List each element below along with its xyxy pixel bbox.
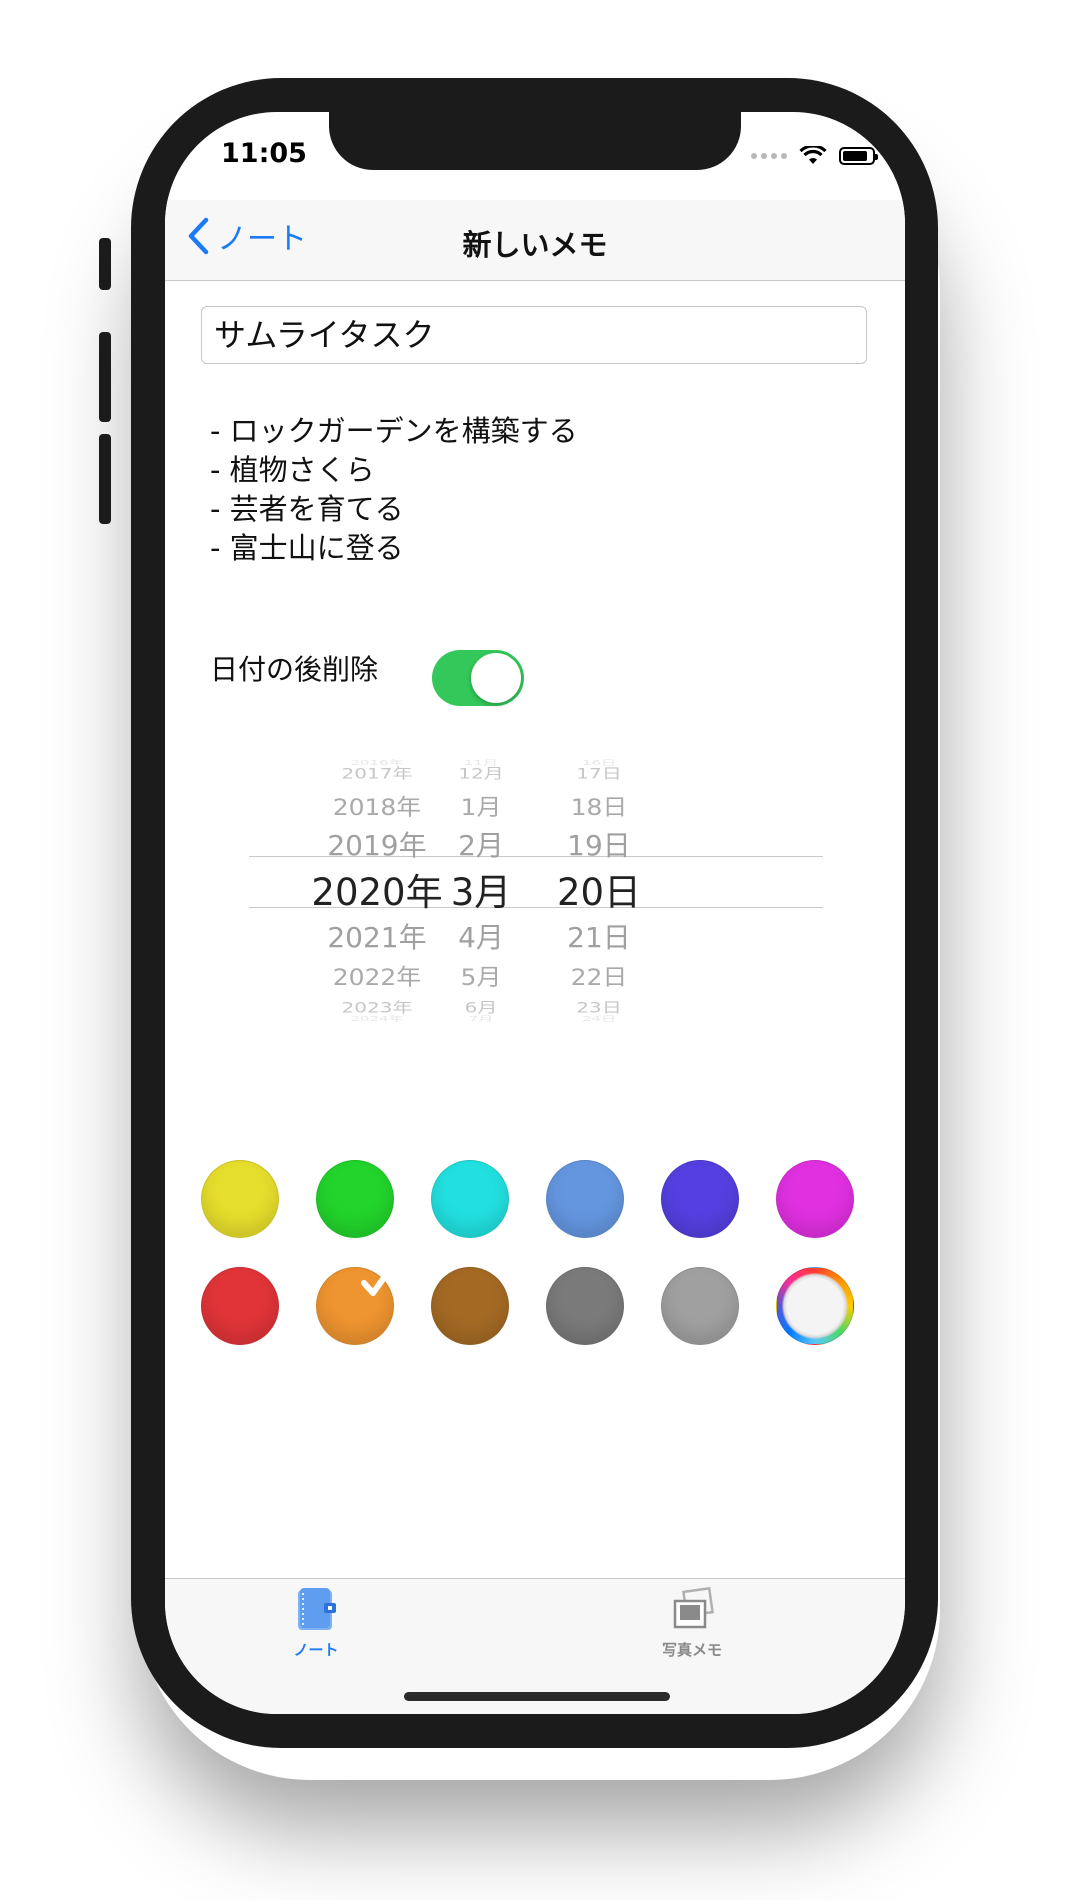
color-swatch-cyan[interactable] xyxy=(431,1160,509,1238)
battery-icon xyxy=(839,147,878,165)
switch-knob xyxy=(471,653,521,703)
color-swatch-dark-gray[interactable] xyxy=(546,1267,624,1345)
picker-day-item[interactable]: 21日 xyxy=(519,916,679,956)
status-time: 11:05 xyxy=(221,138,307,169)
color-swatch-gray[interactable] xyxy=(661,1267,739,1345)
photos-icon xyxy=(673,1586,714,1629)
notebook-icon xyxy=(298,1588,336,1630)
delete-after-date-switch[interactable] xyxy=(432,650,524,706)
volume-up-button xyxy=(99,332,111,422)
memo-line: - 富士山に登る xyxy=(210,531,404,565)
home-indicator xyxy=(404,1692,670,1701)
title-field[interactable]: サムライタスク xyxy=(201,306,867,364)
picker-day-item[interactable]: 17日 xyxy=(519,762,679,783)
tab-notes-label: ノート xyxy=(293,1641,339,1659)
navigation-bar: ノート 新しいメモ xyxy=(165,200,905,281)
tab-photo-memo[interactable]: 写真メモ xyxy=(632,1586,752,1660)
notch xyxy=(329,112,741,170)
tab-photo-memo-label: 写真メモ xyxy=(661,1641,722,1659)
memo-line: - ロックガーデンを構築する xyxy=(210,414,578,448)
picker-day-selected[interactable]: 20日 xyxy=(519,862,679,916)
checkmark-icon xyxy=(361,1265,394,1296)
screen: 11:05 ノート 新しいメモ サムライタスク - ロックガーデンを構築する -… xyxy=(165,112,905,1714)
color-swatch-red[interactable] xyxy=(201,1267,279,1345)
color-swatch-magenta[interactable] xyxy=(776,1160,854,1238)
color-swatch-orange[interactable] xyxy=(316,1265,394,1345)
color-swatch-brown[interactable] xyxy=(431,1267,509,1345)
mute-switch xyxy=(99,238,111,290)
memo-body-textview[interactable]: - ロックガーデンを構築する - 植物さくら - 芸者を育てる - 富士山に登る xyxy=(210,412,578,568)
memo-line: - 植物さくら xyxy=(210,453,375,487)
page-title: 新しいメモ xyxy=(462,228,608,262)
color-swatch-green[interactable] xyxy=(316,1160,394,1238)
picker-day-item[interactable]: 18日 xyxy=(519,790,679,822)
status-icons xyxy=(751,146,878,166)
color-swatch-yellow[interactable] xyxy=(201,1160,279,1238)
delete-after-date-label: 日付の後削除 xyxy=(210,653,379,686)
signal-icon xyxy=(751,153,787,159)
memo-line: - 芸者を育てる xyxy=(210,492,404,526)
picker-day-item[interactable]: 24日 xyxy=(519,1014,679,1023)
color-swatch-custom-color-wheel[interactable] xyxy=(776,1267,854,1345)
tab-notes[interactable]: ノート xyxy=(256,1587,376,1660)
picker-day-item[interactable]: 19日 xyxy=(519,824,679,864)
volume-down-button xyxy=(99,434,111,524)
picker-day-item[interactable]: 22日 xyxy=(519,960,679,992)
color-swatch-indigo[interactable] xyxy=(661,1160,739,1238)
date-picker[interactable]: 2016年 2017年 2018年 2019年 2020年 2021年 2022年 2023年… xyxy=(249,759,823,1076)
wifi-icon xyxy=(799,146,827,164)
color-swatch-light-blue[interactable] xyxy=(546,1160,624,1238)
